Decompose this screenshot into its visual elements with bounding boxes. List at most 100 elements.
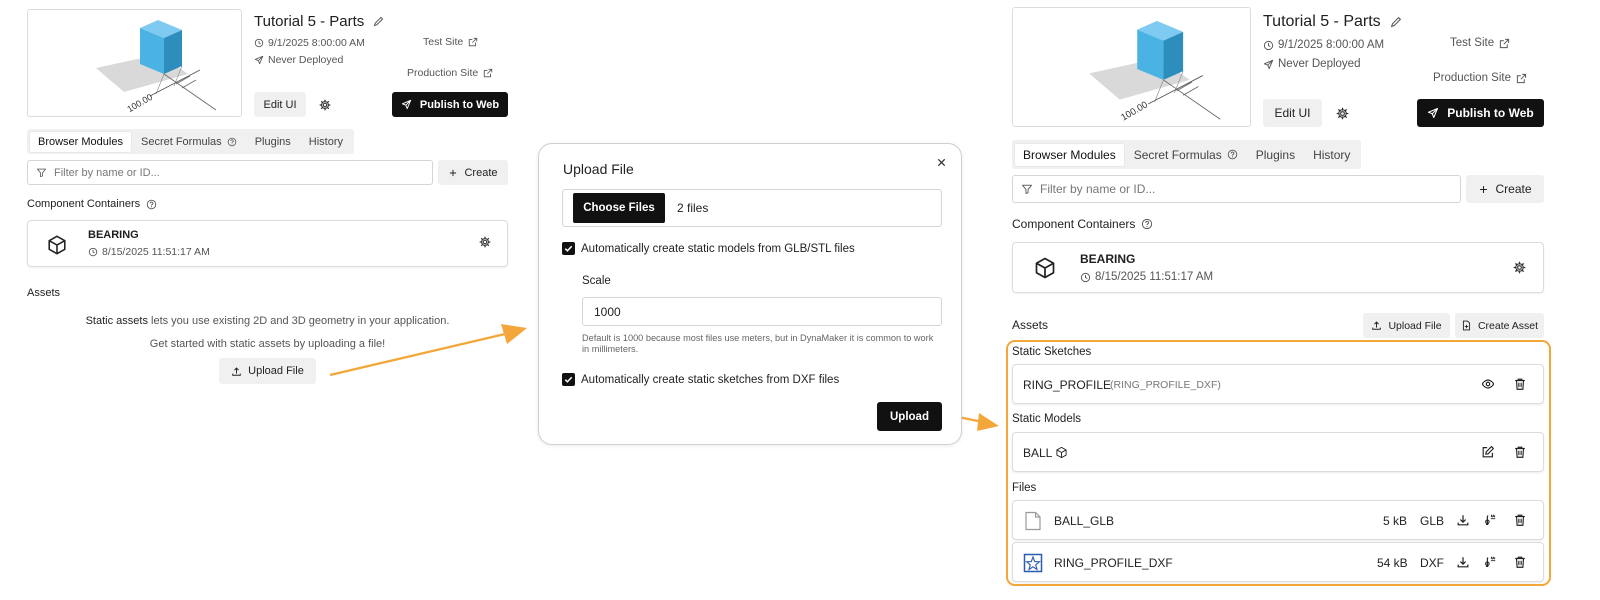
modal-close-icon[interactable] [933,154,949,170]
file-type: GLB [1420,514,1445,528]
sketch-source: (RING_PROFILE_DXF) [1110,379,1221,391]
edit-ui-button[interactable]: Edit UI [254,92,306,117]
project-settings-gear-icon[interactable] [1333,104,1351,122]
sketch-name: RING_PROFILE [1023,378,1112,392]
static-models-label: Static Models [1012,413,1082,425]
tab-plugins[interactable]: Plugins [247,132,299,152]
test-site-link[interactable]: Test Site [1450,37,1510,49]
file-size: 54 kB [1377,556,1408,570]
send-icon [1427,107,1439,119]
component-date: 8/15/2025 11:51:17 AM [1080,271,1213,283]
production-site-link[interactable]: Production Site [1433,72,1527,84]
file-name: RING_PROFILE_DXF [1054,556,1173,570]
download-icon[interactable] [1456,555,1470,569]
trash-icon[interactable] [1513,513,1527,527]
create-models-option[interactable]: Automatically create static models from … [562,242,855,255]
static-assets-link[interactable]: Static assets [86,315,148,327]
production-site-link[interactable]: Production Site [407,67,493,79]
component-card-bearing[interactable]: BEARING 8/15/2025 11:51:17 AM [27,220,508,267]
publish-to-web-button[interactable]: Publish to Web [1417,99,1544,127]
left-panel: 100.00 Tutorial 5 - Parts 9/1/2025 8:00:… [0,0,520,600]
upload-file-button[interactable]: Upload File [219,358,316,384]
send-icon [401,99,412,110]
project-settings-gear-icon[interactable] [316,96,334,114]
edit-title-pencil-icon[interactable] [372,15,385,28]
eye-icon[interactable] [1481,377,1495,391]
tab-history[interactable]: History [1305,144,1358,166]
tab-history[interactable]: History [301,132,351,152]
plus-icon [448,168,458,178]
trash-icon[interactable] [1513,555,1527,569]
filter-icon [36,167,47,178]
choose-files-button[interactable]: Choose Files [573,193,665,223]
project-title-text: Tutorial 5 - Parts [254,13,365,30]
external-link-icon [468,37,478,47]
create-models-checkbox[interactable] [562,242,575,255]
assets-label: Assets [1012,318,1049,332]
project-thumbnail: 100.00 [27,9,242,117]
upload-file-modal: Upload File Choose Files 2 files Automat… [538,143,962,445]
module-tabs: Browser Modules Secret Formulas Plugins … [27,129,354,154]
modal-title: Upload File [563,161,634,177]
file-type: DXF [1420,556,1444,570]
box-icon [46,234,68,256]
deploy-status: Never Deployed [254,54,343,66]
component-name: BEARING [88,229,139,241]
test-site-link[interactable]: Test Site [423,36,478,48]
dxf-file-icon [1023,553,1043,573]
project-thumbnail: 100.00 [1012,7,1251,127]
create-asset-button[interactable]: Create Asset [1455,313,1544,338]
clock-icon [254,38,264,48]
create-sketches-option[interactable]: Automatically create static sketches fro… [562,373,839,386]
sketch-row[interactable]: RING_PROFILE (RING_PROFILE_DXF) [1012,364,1544,404]
upload-file-button[interactable]: Upload File [1363,313,1450,338]
edit-icon[interactable] [1481,445,1495,459]
upload-icon [1371,320,1382,331]
external-link-icon [1516,73,1527,84]
project-title: Tutorial 5 - Parts [1263,13,1403,31]
upload-button[interactable]: Upload [877,402,942,431]
static-sketches-label: Static Sketches [1012,346,1092,358]
assets-label: Assets [27,287,61,299]
help-icon[interactable] [1141,218,1153,230]
help-icon[interactable] [146,199,157,210]
tab-browser-modules[interactable]: Browser Modules [30,131,131,152]
component-card-bearing[interactable]: BEARING 8/15/2025 11:51:17 AM [1012,242,1544,293]
model-row[interactable]: BALL [1012,432,1544,472]
tab-browser-modules[interactable]: Browser Modules [1015,143,1124,166]
trash-icon[interactable] [1513,445,1527,459]
scale-input[interactable]: 1000 [582,297,942,326]
file-icon [1023,511,1043,531]
model-name: BALL [1023,446,1053,460]
component-settings-gear-icon[interactable] [479,236,491,248]
trash-icon[interactable] [1513,377,1527,391]
tab-secret-formulas[interactable]: Secret Formulas [1126,144,1246,166]
edit-ui-button[interactable]: Edit UI [1263,99,1322,127]
edit-title-pencil-icon[interactable] [1389,15,1403,29]
link-variable-icon[interactable] [1483,555,1497,569]
file-row[interactable]: RING_PROFILE_DXF 54 kB DXF [1012,542,1544,582]
filter-input[interactable]: Filter by name or ID... [1012,175,1461,203]
file-row[interactable]: BALL_GLB 5 kB GLB [1012,500,1544,540]
help-icon [227,137,237,147]
component-containers-label: Component Containers [1012,217,1153,231]
project-date: 9/1/2025 8:00:00 AM [1263,39,1384,51]
create-button[interactable]: Create [1466,175,1544,203]
tab-plugins[interactable]: Plugins [1248,144,1303,166]
download-icon[interactable] [1456,513,1470,527]
create-sketches-checkbox[interactable] [562,373,575,386]
filter-input[interactable]: Filter by name or ID... [27,160,433,185]
file-plus-icon [1461,320,1472,331]
clock-icon [1080,272,1091,283]
project-date: 9/1/2025 8:00:00 AM [254,37,365,49]
send-icon [254,55,264,65]
component-settings-gear-icon[interactable] [1513,261,1526,274]
tab-secret-formulas[interactable]: Secret Formulas [133,132,245,152]
file-picker[interactable]: Choose Files 2 files [562,189,942,227]
publish-to-web-button[interactable]: Publish to Web [392,92,508,117]
external-link-icon [483,68,493,78]
link-variable-icon[interactable] [1483,513,1497,527]
project-title: Tutorial 5 - Parts [254,13,385,30]
create-button[interactable]: Create [438,160,508,185]
scale-label: Scale [582,275,611,287]
